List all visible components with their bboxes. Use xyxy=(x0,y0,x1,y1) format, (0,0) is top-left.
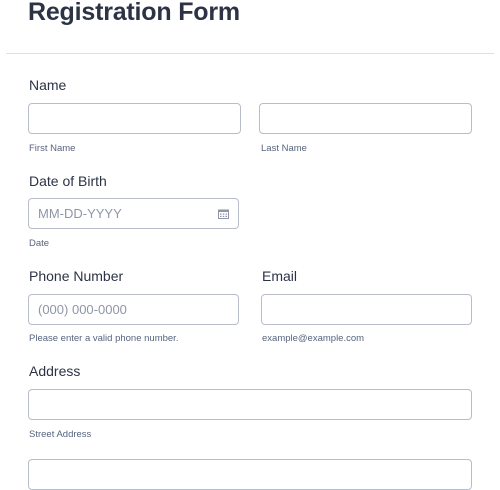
street-address-input[interactable] xyxy=(29,390,471,419)
dob-sublabel: Date xyxy=(29,238,50,249)
address-line2-field[interactable] xyxy=(28,459,472,490)
last-name-input[interactable] xyxy=(260,104,471,133)
phone-sublabel: Please enter a valid phone number. xyxy=(29,333,179,344)
form-title: Registration Form xyxy=(28,0,240,26)
phone-label: Phone Number xyxy=(29,268,124,284)
email-field[interactable] xyxy=(261,294,472,325)
last-name-field[interactable] xyxy=(259,103,472,134)
email-input[interactable] xyxy=(262,295,471,324)
email-label: Email xyxy=(262,268,298,284)
address-line2-input[interactable] xyxy=(29,460,471,489)
email-sublabel: example@example.com xyxy=(262,333,365,344)
phone-field[interactable] xyxy=(28,294,239,325)
name-label: Name xyxy=(29,77,67,93)
street-address-field[interactable] xyxy=(28,389,472,420)
phone-input[interactable] xyxy=(29,295,238,324)
first-name-input[interactable] xyxy=(29,104,240,133)
first-name-sublabel: First Name xyxy=(29,143,76,154)
dob-label: Date of Birth xyxy=(29,173,107,189)
last-name-sublabel: Last Name xyxy=(261,143,307,154)
address-label: Address xyxy=(29,363,81,379)
calendar-icon[interactable] xyxy=(218,209,229,219)
header-divider xyxy=(6,53,494,54)
dob-input[interactable] xyxy=(29,199,238,228)
street-address-sublabel: Street Address xyxy=(29,429,92,440)
first-name-field[interactable] xyxy=(28,103,241,134)
dob-field[interactable] xyxy=(28,198,239,229)
